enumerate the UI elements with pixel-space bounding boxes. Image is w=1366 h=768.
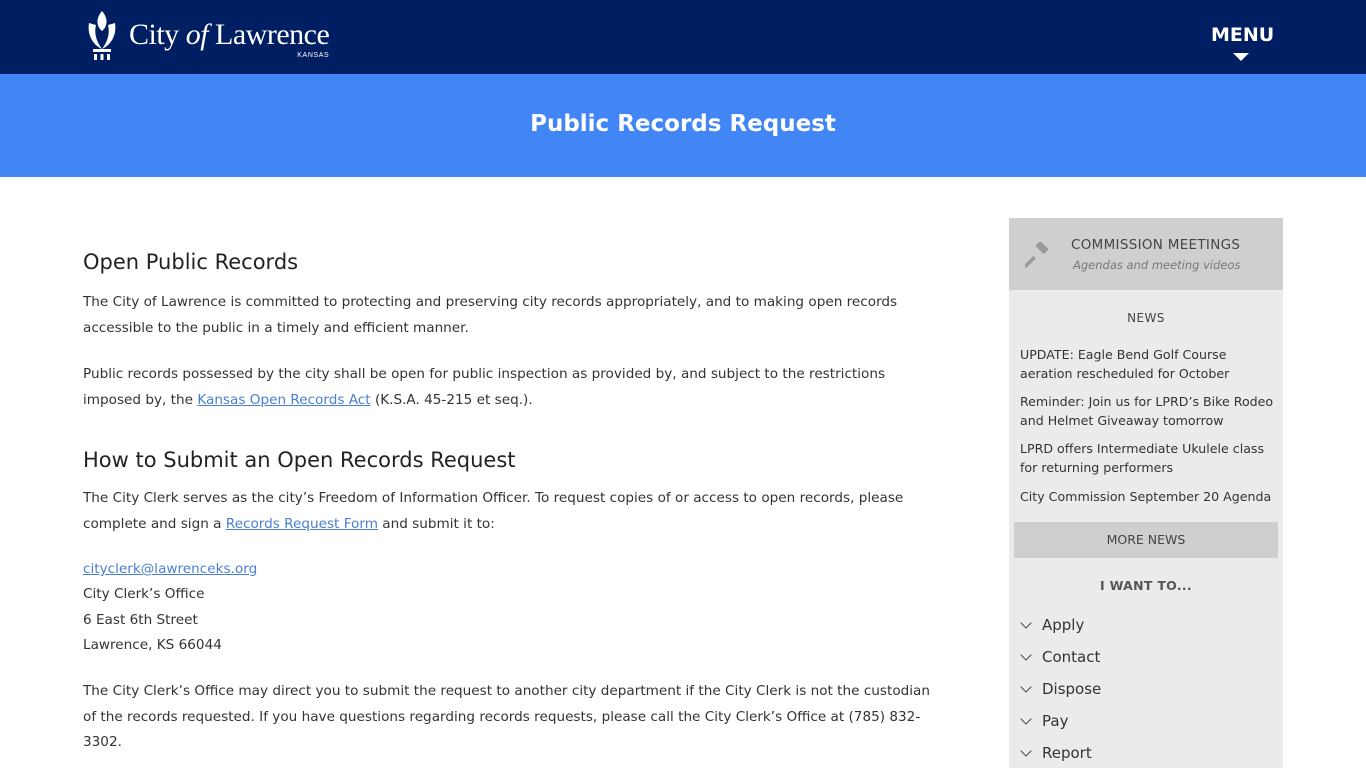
chevron-down-icon — [1020, 745, 1032, 757]
sidebar: COMMISSION MEETINGS Agendas and meeting … — [1009, 218, 1283, 768]
news-heading: NEWS — [1127, 311, 1165, 325]
news-item[interactable]: City Commission September 20 Agenda — [1020, 488, 1275, 507]
clerk-address: cityclerk@lawrenceks.org City Clerk’s Of… — [83, 557, 933, 658]
section-heading-submit-request: How to Submit an Open Records Request — [83, 448, 516, 472]
menu-button[interactable]: MENU — [1211, 24, 1275, 61]
city-seal-icon — [88, 11, 116, 60]
clerk-text-after: and submit it to: — [377, 515, 495, 532]
i-want-to-item-pay[interactable]: Pay — [1020, 705, 1270, 737]
i-want-to-label: Dispose — [1042, 680, 1102, 698]
section-heading-open-records: Open Public Records — [83, 250, 299, 274]
i-want-to-list: Apply Contact Dispose Pay Report — [1020, 609, 1270, 768]
address-city: Lawrence, KS 66044 — [83, 636, 222, 653]
city-logo[interactable]: City of Lawrence KANSAS — [83, 9, 330, 65]
i-want-to-item-report[interactable]: Report — [1020, 737, 1270, 768]
records-request-form-link[interactable]: Records Request Form — [226, 516, 378, 532]
gavel-icon — [1025, 242, 1049, 268]
address-office: City Clerk’s Office — [83, 586, 205, 603]
intro-paragraph: The City of Lawrence is committed to pro… — [83, 294, 898, 336]
i-want-to-heading: I WANT TO... — [1100, 578, 1192, 593]
site-header: City of Lawrence KANSAS MENU — [0, 0, 1366, 74]
chevron-down-icon — [1020, 649, 1032, 661]
i-want-to-label: Report — [1042, 744, 1092, 762]
logo-city: City — [129, 18, 179, 51]
logo-of: of — [185, 18, 209, 51]
custodian-paragraph: The City Clerk’s Office may direct you t… — [83, 683, 930, 751]
chevron-down-icon — [1020, 713, 1032, 725]
i-want-to-item-dispose[interactable]: Dispose — [1020, 673, 1270, 705]
records-act-paragraph: Public records possessed by the city sha… — [83, 362, 933, 413]
i-want-to-label: Contact — [1042, 648, 1101, 666]
news-item[interactable]: Reminder: Join us for LPRD’s Bike Rodeo … — [1020, 393, 1275, 430]
logo-wordmark: City of Lawrence KANSAS — [129, 18, 330, 60]
news-item[interactable]: UPDATE: Eagle Bend Golf Course aeration … — [1020, 346, 1275, 383]
clerk-email-link[interactable]: cityclerk@lawrenceks.org — [83, 561, 257, 577]
page-title: Public Records Request — [530, 111, 836, 137]
address-street: 6 East 6th Street — [83, 611, 198, 628]
commission-meetings-link[interactable]: COMMISSION MEETINGS Agendas and meeting … — [1009, 218, 1283, 290]
more-news-button[interactable]: MORE NEWS — [1014, 522, 1278, 558]
i-want-to-item-contact[interactable]: Contact — [1020, 641, 1270, 673]
clerk-paragraph: The City Clerk serves as the city’s Free… — [83, 486, 933, 537]
commission-title: COMMISSION MEETINGS — [1071, 237, 1241, 253]
i-want-to-item-apply[interactable]: Apply — [1020, 609, 1270, 641]
news-item[interactable]: LPRD offers Intermediate Ukulele class f… — [1020, 440, 1275, 477]
page-banner: Public Records Request — [0, 74, 1366, 177]
logo-name: Lawrence — [215, 18, 330, 51]
kansas-open-records-act-link[interactable]: Kansas Open Records Act — [197, 392, 370, 408]
i-want-to-label: Apply — [1042, 616, 1085, 634]
logo-state: KANSAS — [297, 52, 330, 59]
i-want-to-label: Pay — [1042, 712, 1069, 730]
chevron-down-icon — [1020, 617, 1032, 629]
news-list: UPDATE: Eagle Bend Golf Course aeration … — [1020, 346, 1275, 516]
records-act-text-after: (K.S.A. 45-215 et seq.). — [370, 391, 533, 408]
chevron-down-icon — [1020, 681, 1032, 693]
commission-subtitle: Agendas and meeting videos — [1073, 258, 1241, 272]
menu-label: MENU — [1211, 24, 1275, 46]
main-content: Open Public Records The City of Lawrence… — [83, 248, 933, 756]
caret-down-icon — [1233, 53, 1249, 61]
